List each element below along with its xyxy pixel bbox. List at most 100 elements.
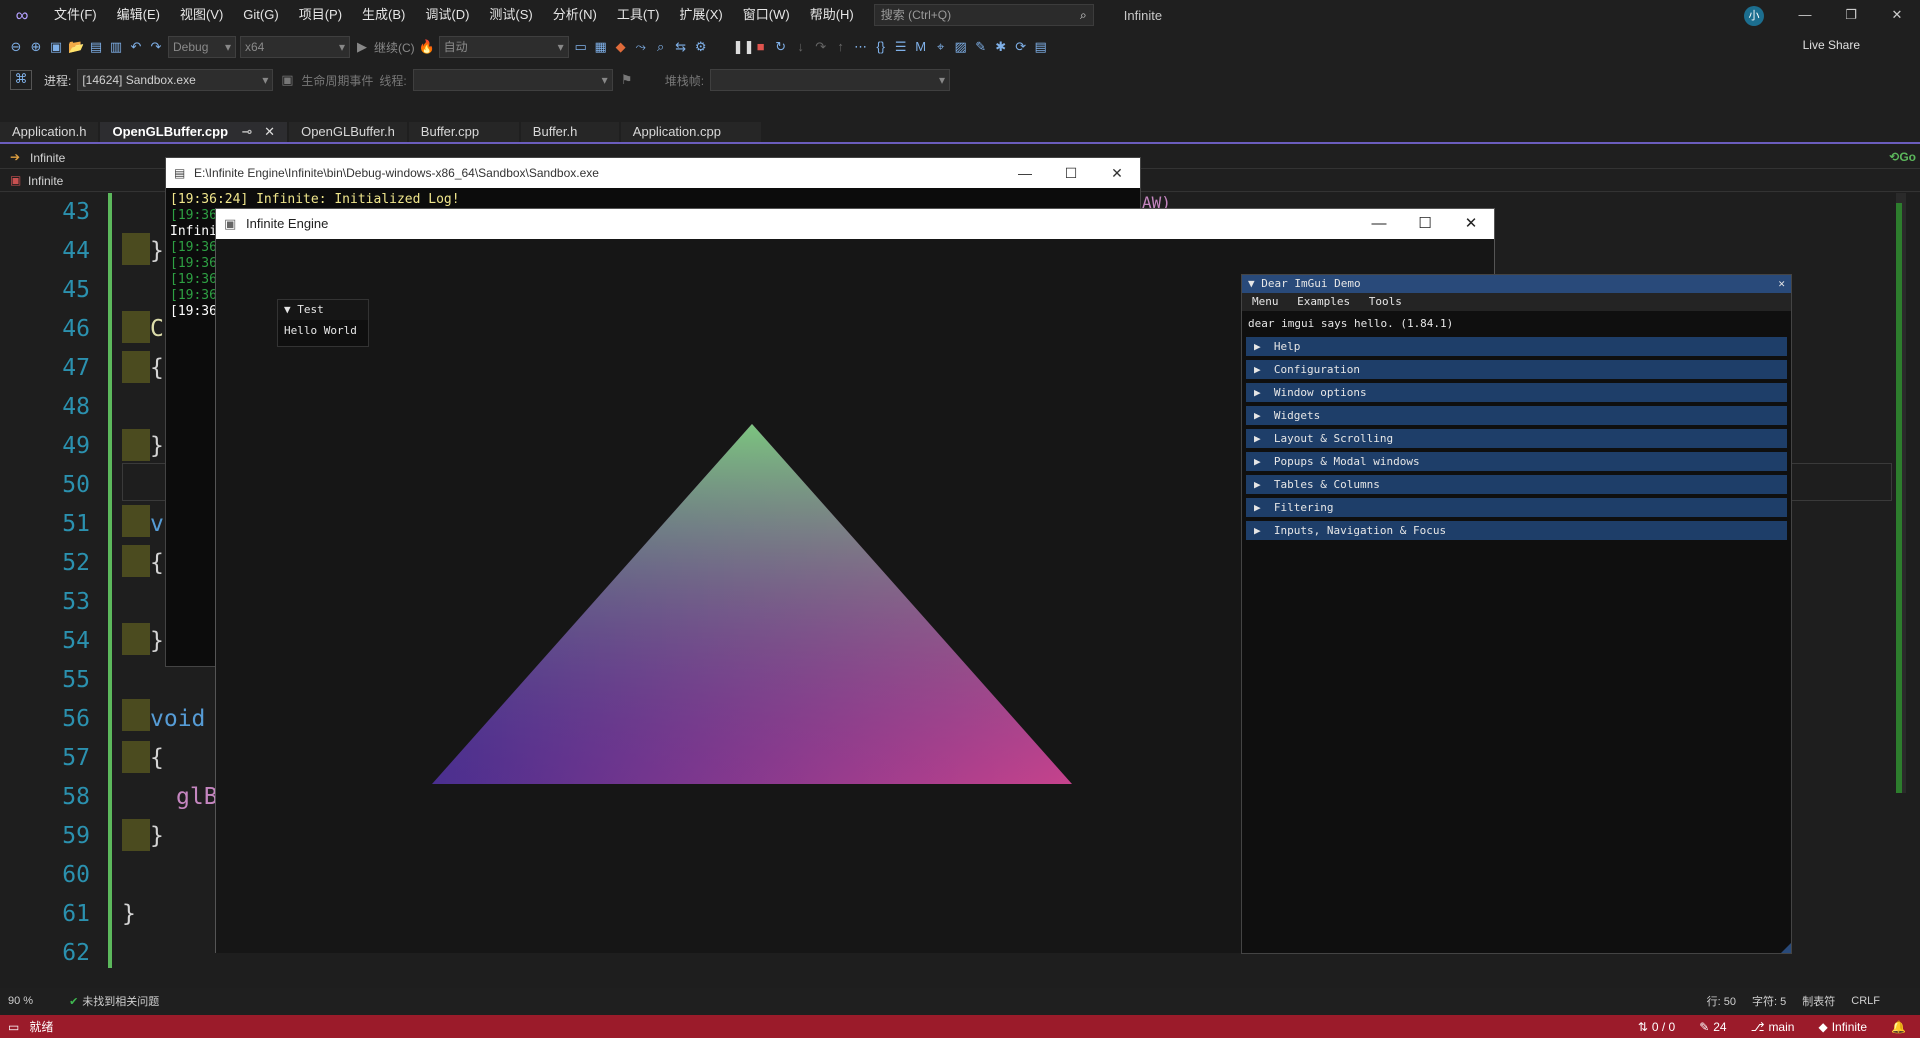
process-dropdown[interactable]: [14624] Sandbox.exe (77, 69, 274, 91)
thread-dropdown[interactable] (412, 69, 613, 91)
location-icon[interactable]: ⌖ (933, 39, 949, 55)
new-project-icon[interactable]: ▣ (48, 39, 64, 55)
restore-icon[interactable]: ❐ (1828, 0, 1874, 30)
memory-icon[interactable]: M (913, 39, 929, 55)
hot-reload-icon[interactable]: 🔥 (419, 39, 435, 55)
brackets-icon[interactable]: {} (873, 39, 889, 55)
config-dropdown[interactable]: Debug (168, 36, 236, 58)
imgui-demo-window[interactable]: ▼ Dear ImGui Demo ✕ Menu Examples Tools … (1241, 274, 1792, 954)
window-icon[interactable]: ▦ (593, 39, 609, 55)
breakpoint-icon[interactable]: ⋯ (853, 39, 869, 55)
tab-openglbuffer-cpp[interactable]: OpenGLBuffer.cpp ⊸ ✕ (100, 122, 288, 142)
notification-icon[interactable]: 🔔 (1891, 1020, 1906, 1034)
section-widgets[interactable]: ▶ Widgets (1246, 406, 1787, 425)
lifecycle-events-button[interactable]: 生命周期事件 (301, 72, 373, 89)
zoom-dropdown[interactable]: 90 % (8, 995, 33, 1007)
close-icon[interactable]: ✕ (1874, 0, 1920, 30)
menu-file[interactable]: 文件(F) (44, 0, 107, 30)
flag-icon[interactable]: ⚑ (619, 72, 635, 88)
section-popups-modals[interactable]: ▶ Popups & Modal windows (1246, 452, 1787, 471)
menu-extensions[interactable]: 扩展(X) (669, 0, 732, 30)
scrollbar-thumb[interactable] (1896, 203, 1902, 793)
section-window-options[interactable]: ▶ Window options (1246, 383, 1787, 402)
play-icon[interactable]: ▶ (354, 39, 370, 55)
menu-window[interactable]: 窗口(W) (733, 0, 800, 30)
menu-build[interactable]: 生成(B) (352, 0, 415, 30)
tab-application-h[interactable]: Application.h (0, 122, 99, 142)
menu-view[interactable]: 视图(V) (170, 0, 233, 30)
repo-name[interactable]: Infinite (1832, 1020, 1867, 1034)
tab-mode[interactable]: 制表符 (1802, 993, 1835, 1009)
auto-dropdown[interactable]: 自动 (438, 36, 569, 58)
menu-project[interactable]: 项目(P) (289, 0, 352, 30)
test-window-header[interactable]: ▼ Test (278, 300, 368, 320)
scope-selector[interactable]: Infinite (28, 174, 63, 188)
section-tables-columns[interactable]: ▶ Tables & Columns (1246, 475, 1787, 494)
link-icon[interactable]: ⌘ (10, 70, 32, 90)
pin-icon[interactable]: ⊸ (242, 124, 253, 139)
save-all-icon[interactable]: ▥ (108, 39, 124, 55)
refresh-icon[interactable]: ⟳ (1013, 39, 1029, 55)
step-out-icon[interactable]: ↑ (833, 39, 849, 55)
close-tab-icon[interactable]: ✕ (264, 124, 275, 139)
platform-dropdown[interactable]: x64 (240, 36, 350, 58)
go-button[interactable]: ⟲Go (1889, 150, 1916, 164)
close-icon[interactable]: ✕ (1094, 158, 1140, 188)
forward-icon[interactable]: ⊕ (28, 39, 44, 55)
demo-menu-menu[interactable]: Menu (1252, 295, 1279, 308)
image-icon[interactable]: ▨ (953, 39, 969, 55)
continue-button[interactable]: 继续(C) (374, 39, 415, 56)
imgui-test-window[interactable]: ▼ Test Hello World (277, 299, 369, 347)
step-over-icon[interactable]: ↷ (813, 39, 829, 55)
tab-buffer-cpp[interactable]: Buffer.cpp (408, 122, 519, 142)
menu-test[interactable]: 测试(S) (479, 0, 542, 30)
close-icon[interactable]: ✕ (1778, 275, 1785, 293)
minimize-icon[interactable]: — (1356, 209, 1402, 239)
undo-icon[interactable]: ↶ (128, 39, 144, 55)
render-viewport[interactable]: ▼ Test Hello World ▼ Dear ImGui Demo ✕ M… (216, 239, 1792, 954)
resize-grip[interactable] (1781, 943, 1791, 953)
list-icon[interactable]: ☰ (893, 39, 909, 55)
section-inputs-navigation[interactable]: ▶ Inputs, Navigation & Focus (1246, 521, 1787, 540)
lifecycle-icon[interactable]: ▣ (279, 72, 295, 88)
menu-tools[interactable]: 工具(T) (607, 0, 670, 30)
engine-window[interactable]: ▣ Infinite Engine — ☐ ✕ ▼ Test Hello Wor… (215, 208, 1792, 954)
issues-status[interactable]: 未找到相关问题 (82, 993, 159, 1009)
console-titlebar[interactable]: ▤ E:\Infinite Engine\Infinite\bin\Debug-… (166, 158, 1140, 188)
find-icon[interactable]: ⌕ (653, 39, 669, 55)
diagnostics-icon[interactable]: ◆ (613, 39, 629, 55)
stackframe-dropdown[interactable] (710, 69, 951, 91)
menu-analyze[interactable]: 分析(N) (543, 0, 607, 30)
redo-icon[interactable]: ↷ (148, 39, 164, 55)
back-icon[interactable]: ⊖ (8, 39, 24, 55)
step-icon[interactable]: ⤳ (633, 39, 649, 55)
edit-icon[interactable]: ✎ (973, 39, 989, 55)
pending-edits[interactable]: 24 (1713, 1020, 1726, 1034)
tab-buffer-h[interactable]: Buffer.h (520, 122, 619, 142)
section-help[interactable]: ▶ Help (1246, 337, 1787, 356)
demo-titlebar[interactable]: ▼ Dear ImGui Demo ✕ (1242, 275, 1791, 293)
maximize-icon[interactable]: ☐ (1048, 158, 1094, 188)
restart-icon[interactable]: ↻ (773, 39, 789, 55)
save-icon[interactable]: ▤ (88, 39, 104, 55)
engine-titlebar[interactable]: ▣ Infinite Engine — ☐ ✕ (216, 209, 1494, 239)
layout-icon[interactable]: ▤ (1033, 39, 1049, 55)
tab-openglbuffer-h[interactable]: OpenGLBuffer.h (289, 122, 407, 142)
live-share-button[interactable]: Live Share (1803, 38, 1860, 52)
maximize-icon[interactable]: ☐ (1402, 209, 1448, 239)
open-folder-icon[interactable]: 📂 (68, 39, 84, 55)
section-configuration[interactable]: ▶ Configuration (1246, 360, 1787, 379)
demo-menu-tools[interactable]: Tools (1369, 295, 1402, 308)
menu-debug[interactable]: 调试(D) (415, 0, 479, 30)
section-layout-scrolling[interactable]: ▶ Layout & Scrolling (1246, 429, 1787, 448)
menu-help[interactable]: 帮助(H) (800, 0, 864, 30)
browser-icon[interactable]: ▭ (573, 39, 589, 55)
minimize-icon[interactable]: — (1782, 0, 1828, 30)
collapse-arrow-icon[interactable]: ▼ (1248, 277, 1261, 290)
demo-menu-examples[interactable]: Examples (1297, 295, 1350, 308)
pause-icon[interactable]: ❚❚ (733, 39, 755, 55)
search-input[interactable]: 搜索 (Ctrl+Q) ⌕ (873, 4, 1094, 26)
step-into-icon[interactable]: ↓ (793, 39, 809, 55)
stop-icon[interactable]: ■ (753, 39, 769, 55)
menu-edit[interactable]: 编辑(E) (107, 0, 170, 30)
